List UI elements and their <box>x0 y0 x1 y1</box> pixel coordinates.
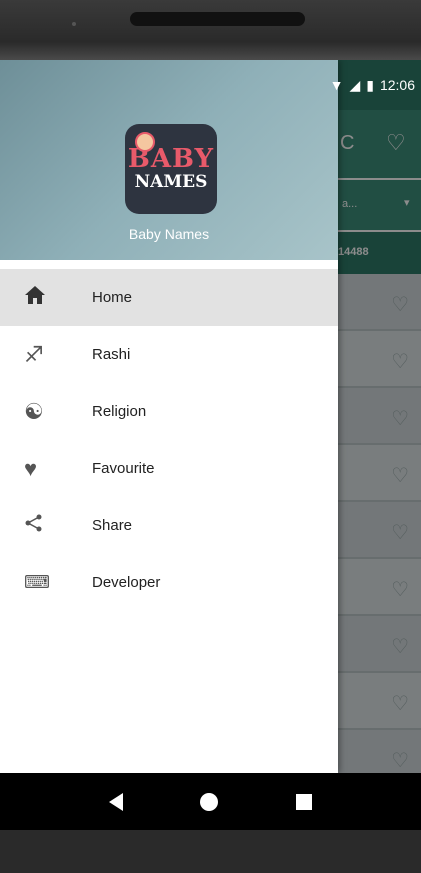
back-button-icon[interactable] <box>108 792 123 811</box>
wifi-icon: ▼ <box>329 77 344 93</box>
home-icon <box>0 285 92 311</box>
religion-icon: ☯ <box>24 398 44 424</box>
menu-item-developer[interactable]: ⌨ Developer <box>0 554 338 611</box>
phone-bezel-top <box>0 0 421 60</box>
menu-item-favourite[interactable]: ♥ Favourite <box>0 440 338 497</box>
heart-icon: ♥ <box>24 455 38 481</box>
menu-item-share[interactable]: Share <box>0 497 338 554</box>
navigation-drawer: BABY NAMES Baby Names Home ♐ Rashi ☯ Rel… <box>0 60 338 773</box>
app-name: Baby Names <box>128 226 210 242</box>
menu-item-rashi[interactable]: ♐ Rashi <box>0 326 338 383</box>
baby-face-icon <box>135 132 155 152</box>
app-logo: BABY NAMES <box>125 124 217 214</box>
share-icon <box>0 513 92 539</box>
home-button-icon[interactable] <box>200 792 219 811</box>
logo-text-bottom: NAMES <box>134 172 208 192</box>
menu-item-label: Share <box>92 517 133 534</box>
status-bar: ▼ ◢ ▮ 12:06 <box>0 60 421 110</box>
speaker-grille <box>130 12 305 26</box>
menu-item-label: Favourite <box>92 460 155 477</box>
signal-icon: ◢ <box>349 76 361 93</box>
menu-item-home[interactable]: Home <box>0 269 338 326</box>
drawer-menu: Home ♐ Rashi ☯ Religion ♥ Favourite Shar… <box>0 269 338 611</box>
menu-item-label: Home <box>92 289 133 306</box>
phone-bezel-bottom <box>0 830 421 873</box>
screen: C ♡ a... ▾ 14488 ♡ ♡ ♡ ♡ ♡ ♡ ♡ ♡ ♡ BABY <box>0 60 421 773</box>
recents-button-icon[interactable] <box>296 793 313 810</box>
menu-item-label: Developer <box>92 574 161 591</box>
status-time: 12:06 <box>379 77 415 93</box>
rashi-icon: ♐ <box>24 341 44 367</box>
camera <box>72 22 76 26</box>
developer-icon: ⌨ <box>24 572 50 592</box>
menu-item-religion[interactable]: ☯ Religion <box>0 383 338 440</box>
menu-item-label: Rashi <box>92 346 131 363</box>
navigation-bar <box>0 773 421 830</box>
battery-icon: ▮ <box>366 76 374 93</box>
menu-item-label: Religion <box>92 403 147 420</box>
